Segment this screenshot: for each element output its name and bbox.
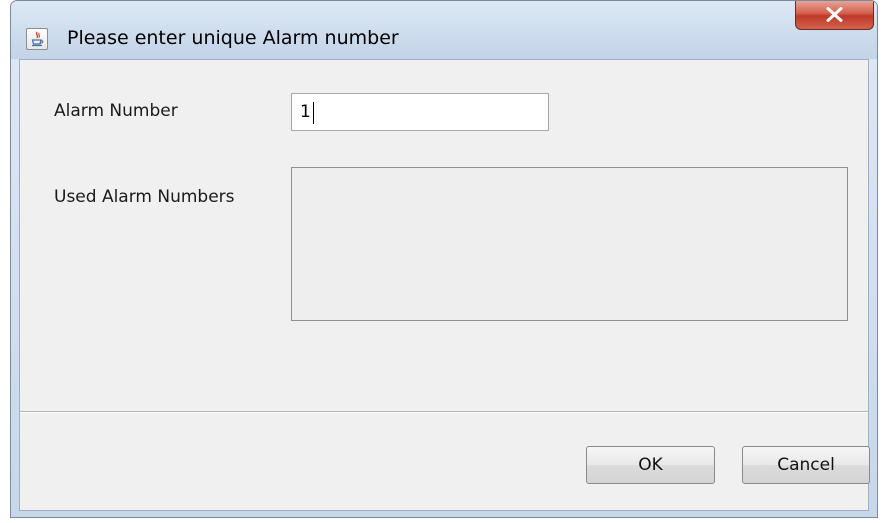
close-icon [826,7,843,22]
ok-button[interactable]: OK [586,446,715,484]
alarm-number-label: Alarm Number [54,101,178,121]
java-cup-icon [26,28,48,50]
title-bar[interactable]: Please enter unique Alarm number [11,1,877,59]
button-area-separator-highlight [20,412,868,413]
used-alarm-numbers-label: Used Alarm Numbers [54,187,235,207]
cancel-button[interactable]: Cancel [742,446,870,484]
text-caret [313,102,314,124]
used-alarm-numbers-list[interactable] [291,167,848,321]
window-title: Please enter unique Alarm number [67,27,399,49]
close-button[interactable] [795,1,874,30]
dialog-window: Please enter unique Alarm number Alarm N… [10,0,878,518]
dialog-content: Alarm Number Used Alarm Numbers OK Cance… [19,59,870,511]
alarm-number-input[interactable] [291,93,549,131]
